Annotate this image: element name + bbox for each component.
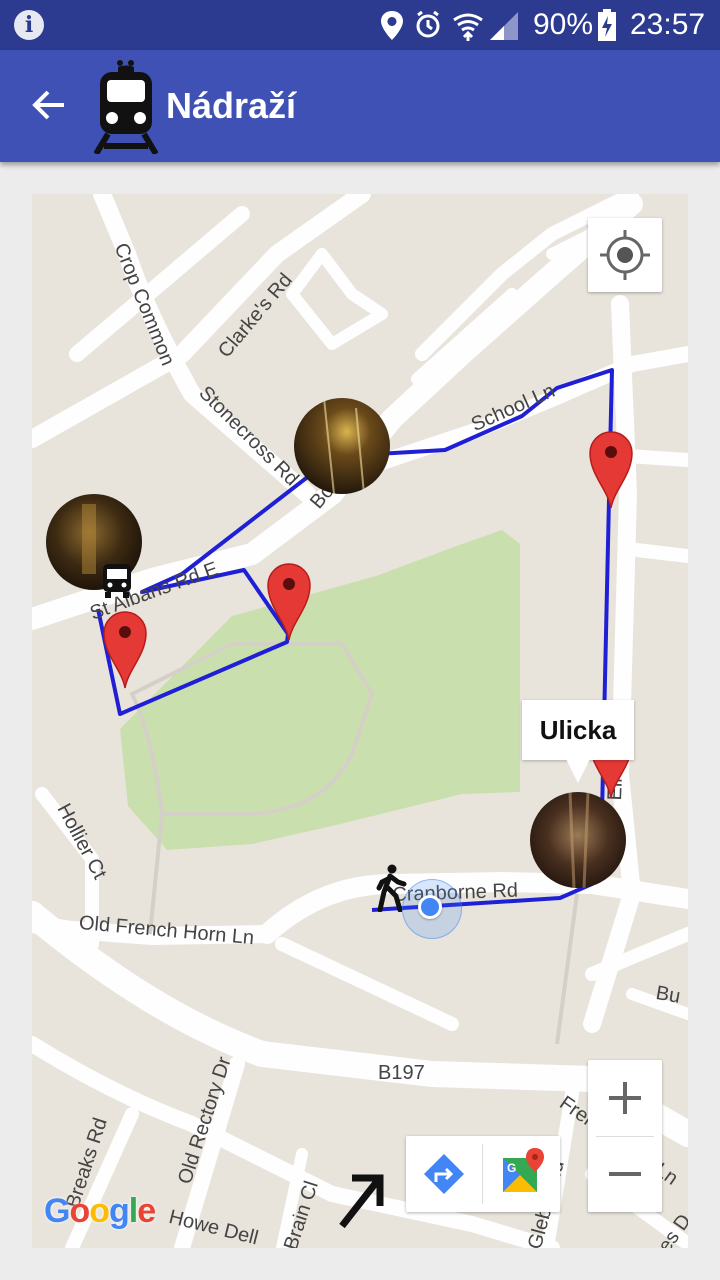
status-icons [381,10,518,41]
location-icon [381,11,403,40]
bus-icon [103,564,131,598]
google-attribution: Google [44,1192,156,1230]
zoom-out-button[interactable] [588,1136,662,1212]
my-location-dot [418,895,442,919]
road-label: B197 [378,1062,425,1084]
marker-info-window[interactable]: Ulicka [522,700,634,760]
map-pin-marker[interactable] [102,610,148,690]
wifi-icon [453,13,483,41]
road-spur [275,937,459,1031]
page-title: Nádraží [166,85,297,126]
battery-charging-icon [598,9,616,41]
signal-icon [490,12,518,40]
north-arrow-icon [339,1174,384,1229]
svg-text:G: G [507,1161,516,1175]
map-pin-marker[interactable] [266,562,312,642]
clock: 23:57 [630,8,706,41]
app-bar: Nádraží [0,50,720,162]
photo-marker[interactable] [294,398,390,494]
road-right-stub2 [621,542,688,563]
info-window-pointer [566,759,590,783]
map-pin-marker[interactable] [588,430,634,510]
alarm-icon [416,10,440,38]
photo-marker[interactable] [530,792,626,888]
status-bar: i 90% 23:57 [0,0,720,50]
directions-button[interactable] [406,1136,482,1212]
back-arrow-icon[interactable] [26,82,72,128]
info-icon: i [14,10,44,40]
train-icon [94,60,158,154]
battery-percentage: 90% [533,8,594,41]
google-maps-icon[interactable]: G [483,1136,559,1212]
road-cul [286,248,388,350]
crosshair-icon [600,230,650,280]
road-right-stub1 [621,449,688,467]
zoom-controls [588,1060,662,1212]
map-toolbar: G [406,1136,560,1212]
my-location-button[interactable] [588,218,662,292]
map-view[interactable]: Crop Common Clarke's Rd Stonecross Rd Sc… [32,194,688,1248]
zoom-in-button[interactable] [588,1060,662,1136]
road-label: Bu [654,982,683,1008]
